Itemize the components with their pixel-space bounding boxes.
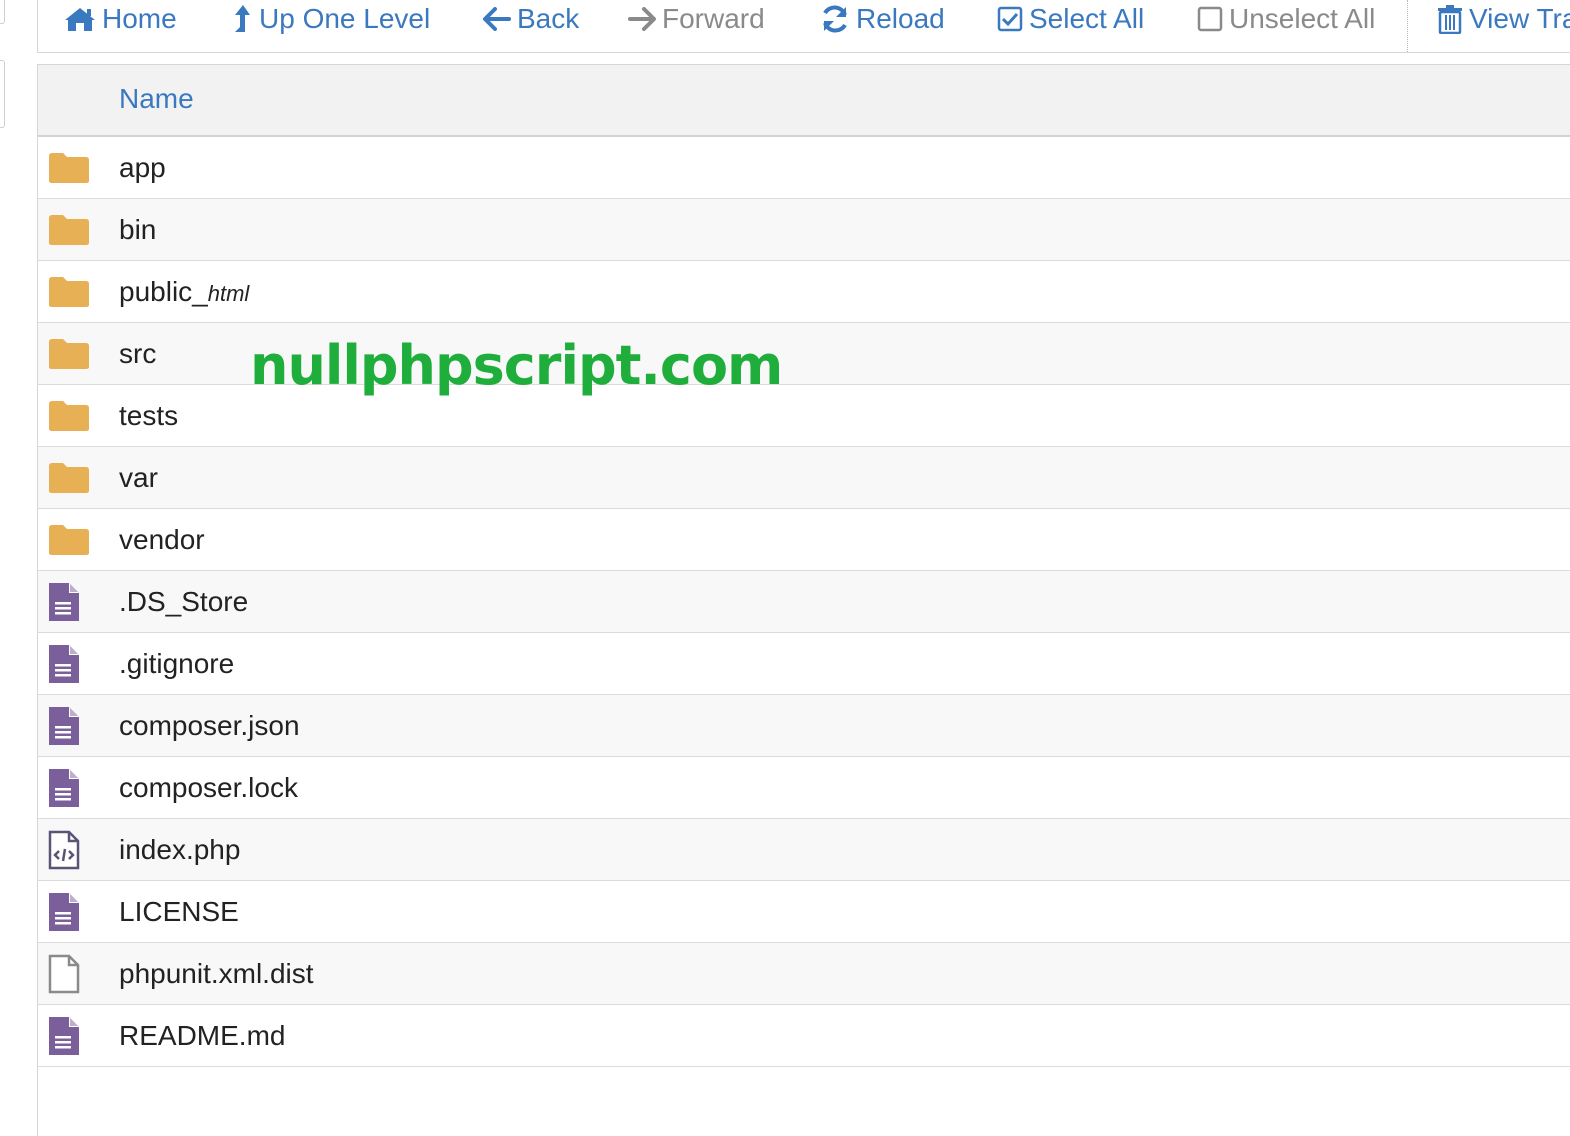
- text-file-icon: [48, 583, 90, 621]
- watermark-text: nullphpscript.com: [250, 334, 783, 397]
- back-button[interactable]: Back: [483, 0, 579, 38]
- file-row[interactable]: public_html: [38, 261, 1570, 323]
- file-name-text: var: [119, 462, 158, 493]
- left-panel-edge: [0, 60, 5, 128]
- unselect-all-label: Unselect All: [1229, 3, 1376, 34]
- checkbox-checked-icon: [997, 6, 1023, 32]
- home-icon: [64, 6, 96, 32]
- file-manager-page: Home Up One Level Back Forward Reload Se…: [0, 0, 1570, 1136]
- file-row[interactable]: bin: [38, 199, 1570, 261]
- unselect-all-button[interactable]: Unselect All: [1197, 0, 1375, 38]
- file-name[interactable]: .DS_Store: [119, 586, 248, 618]
- file-row[interactable]: vendor: [38, 509, 1570, 571]
- file-row[interactable]: LICENSE: [38, 881, 1570, 943]
- toolbar: Home Up One Level Back Forward Reload Se…: [37, 0, 1570, 53]
- file-name[interactable]: index.php: [119, 834, 240, 866]
- toolbar-separator: [1407, 0, 1408, 52]
- file-name-text: index.php: [119, 834, 241, 865]
- file-row[interactable]: phpunit.xml.dist: [38, 943, 1570, 1005]
- up-one-level-label: Up One Level: [259, 3, 431, 34]
- file-list-body: app bin public_html src tests var vendor .DS_St…: [38, 137, 1570, 1067]
- file-name[interactable]: tests: [119, 400, 178, 432]
- file-icon: [48, 954, 90, 994]
- file-name-text: .gitignore: [119, 648, 235, 679]
- file-name[interactable]: composer.lock: [119, 772, 298, 804]
- text-file-icon: [48, 893, 90, 931]
- file-name[interactable]: .gitignore: [119, 648, 234, 680]
- view-trash-label: View Tra: [1469, 3, 1570, 34]
- file-name[interactable]: bin: [119, 214, 156, 246]
- name-column-header[interactable]: Name: [119, 83, 194, 115]
- folder-icon: [48, 274, 90, 310]
- folder-icon: [48, 336, 90, 372]
- file-name-text: bin: [119, 214, 157, 245]
- text-file-icon: [48, 769, 90, 807]
- arrow-right-icon: [628, 7, 656, 31]
- up-one-level-button[interactable]: Up One Level: [233, 0, 430, 38]
- back-label: Back: [517, 3, 580, 34]
- file-name-text: composer.json: [119, 710, 300, 741]
- view-trash-button[interactable]: View Tra: [1437, 0, 1570, 38]
- reload-label: Reload: [856, 3, 945, 34]
- file-name-text: composer.lock: [119, 772, 298, 803]
- file-row[interactable]: var: [38, 447, 1570, 509]
- select-all-button[interactable]: Select All: [997, 0, 1144, 38]
- select-all-label: Select All: [1029, 3, 1145, 34]
- forward-label: Forward: [662, 3, 765, 34]
- folder-icon: [48, 150, 90, 186]
- file-name-text: vendor: [119, 524, 205, 555]
- forward-button[interactable]: Forward: [628, 0, 765, 38]
- file-row[interactable]: index.php: [38, 819, 1570, 881]
- file-name-text: .DS_Store: [119, 586, 249, 617]
- file-name-text: tests: [119, 400, 179, 431]
- home-label: Home: [102, 3, 177, 34]
- reload-button[interactable]: Reload: [820, 0, 945, 38]
- file-name[interactable]: composer.json: [119, 710, 300, 742]
- table-header: Name: [38, 65, 1570, 137]
- file-name-text: public_: [119, 276, 208, 307]
- file-list-table: Name app bin public_html src tests var vendor.…: [37, 64, 1570, 1136]
- home-button[interactable]: Home: [64, 0, 177, 38]
- file-row[interactable]: composer.lock: [38, 757, 1570, 819]
- code-file-icon: [48, 830, 90, 870]
- text-file-icon: [48, 1017, 90, 1055]
- file-row[interactable]: .gitignore: [38, 633, 1570, 695]
- file-name[interactable]: phpunit.xml.dist: [119, 958, 314, 990]
- file-row[interactable]: .DS_Store: [38, 571, 1570, 633]
- file-name-text: README.md: [119, 1020, 286, 1051]
- file-name[interactable]: public_html: [119, 276, 249, 308]
- file-row[interactable]: app: [38, 137, 1570, 199]
- refresh-icon: [820, 4, 850, 34]
- file-name[interactable]: README.md: [119, 1020, 285, 1052]
- file-name[interactable]: app: [119, 152, 166, 184]
- folder-icon: [48, 212, 90, 248]
- text-file-icon: [48, 645, 90, 683]
- file-name-text: src: [119, 338, 157, 369]
- left-panel-edge: [0, 0, 5, 24]
- folder-icon: [48, 398, 90, 434]
- file-name[interactable]: var: [119, 462, 158, 494]
- file-row[interactable]: composer.json: [38, 695, 1570, 757]
- folder-icon: [48, 460, 90, 496]
- file-name[interactable]: src: [119, 338, 156, 370]
- file-row[interactable]: README.md: [38, 1005, 1570, 1067]
- trash-icon: [1437, 4, 1463, 34]
- file-name-suffix: html: [207, 281, 250, 306]
- checkbox-empty-icon: [1197, 6, 1223, 32]
- file-name-text: phpunit.xml.dist: [119, 958, 314, 989]
- file-name[interactable]: vendor: [119, 524, 205, 556]
- file-name-text: LICENSE: [119, 896, 239, 927]
- arrow-left-icon: [483, 7, 511, 31]
- file-name-text: app: [119, 152, 166, 183]
- level-up-icon: [233, 4, 253, 34]
- text-file-icon: [48, 707, 90, 745]
- folder-icon: [48, 522, 90, 558]
- file-name[interactable]: LICENSE: [119, 896, 239, 928]
